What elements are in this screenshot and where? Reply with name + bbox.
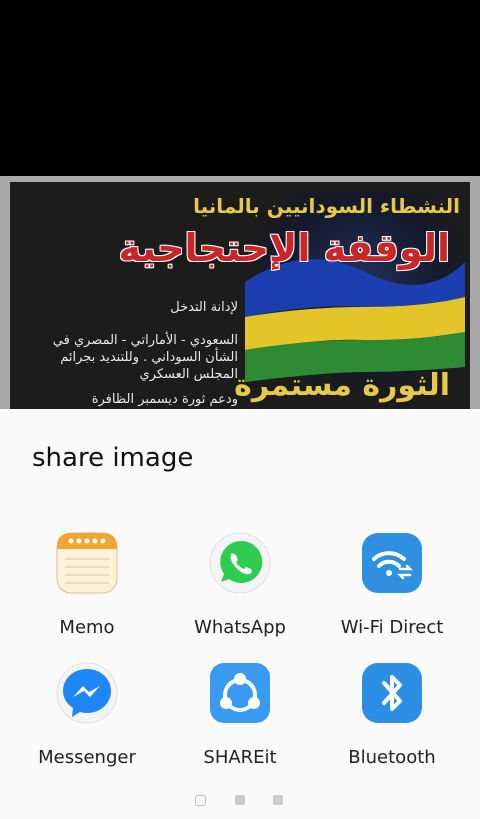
status-area	[0, 0, 480, 176]
share-target-label: Messenger	[38, 747, 136, 768]
memo-icon	[56, 532, 118, 594]
poster-line-3: لإدانة التدخل	[170, 300, 238, 315]
shared-image: النشطاء السودانيين بالمانيا الوقفة الإحت…	[10, 182, 470, 412]
share-target-whatsapp[interactable]: WhatsApp	[160, 531, 320, 651]
share-sheet: share image Memo WhatsApp Wi-Fi Direct M…	[0, 409, 480, 819]
poster-line-5: ودعم ثورة ديسمبر الظافرة	[91, 392, 238, 407]
share-sheet-title: share image	[32, 443, 194, 473]
poster-headline: الوقفة الإحتجاجية	[118, 226, 450, 270]
share-target-label: Wi-Fi Direct	[340, 617, 444, 638]
share-target-label: WhatsApp	[194, 617, 286, 638]
share-target-shareit[interactable]: SHAREit	[160, 661, 320, 781]
share-target-label: SHAREit	[203, 747, 277, 768]
shareit-icon	[210, 663, 270, 723]
poster-line-4: السعودي - الأماراتي - المصري في الشأن ال…	[52, 333, 238, 382]
bluetooth-icon	[362, 663, 422, 723]
wifi-direct-icon	[362, 533, 422, 593]
messenger-icon	[56, 662, 118, 724]
page-dot	[273, 795, 283, 805]
poster-line-1: النشطاء السودانيين بالمانيا	[193, 194, 460, 218]
image-preview: النشطاء السودانيين بالمانيا الوقفة الإحت…	[0, 176, 480, 416]
share-target-label: Bluetooth	[348, 747, 436, 768]
share-target-memo[interactable]: Memo	[7, 531, 167, 651]
page-indicator	[0, 793, 480, 807]
share-target-label: Memo	[59, 617, 115, 638]
share-target-messenger[interactable]: Messenger	[7, 661, 167, 781]
page-dot-current	[195, 795, 206, 806]
page-dot	[235, 795, 245, 805]
poster-line-6: الثورة مستمرة	[234, 368, 450, 403]
share-target-wifi-direct[interactable]: Wi-Fi Direct	[312, 531, 472, 651]
whatsapp-icon	[209, 532, 271, 594]
share-target-bluetooth[interactable]: Bluetooth	[312, 661, 472, 781]
